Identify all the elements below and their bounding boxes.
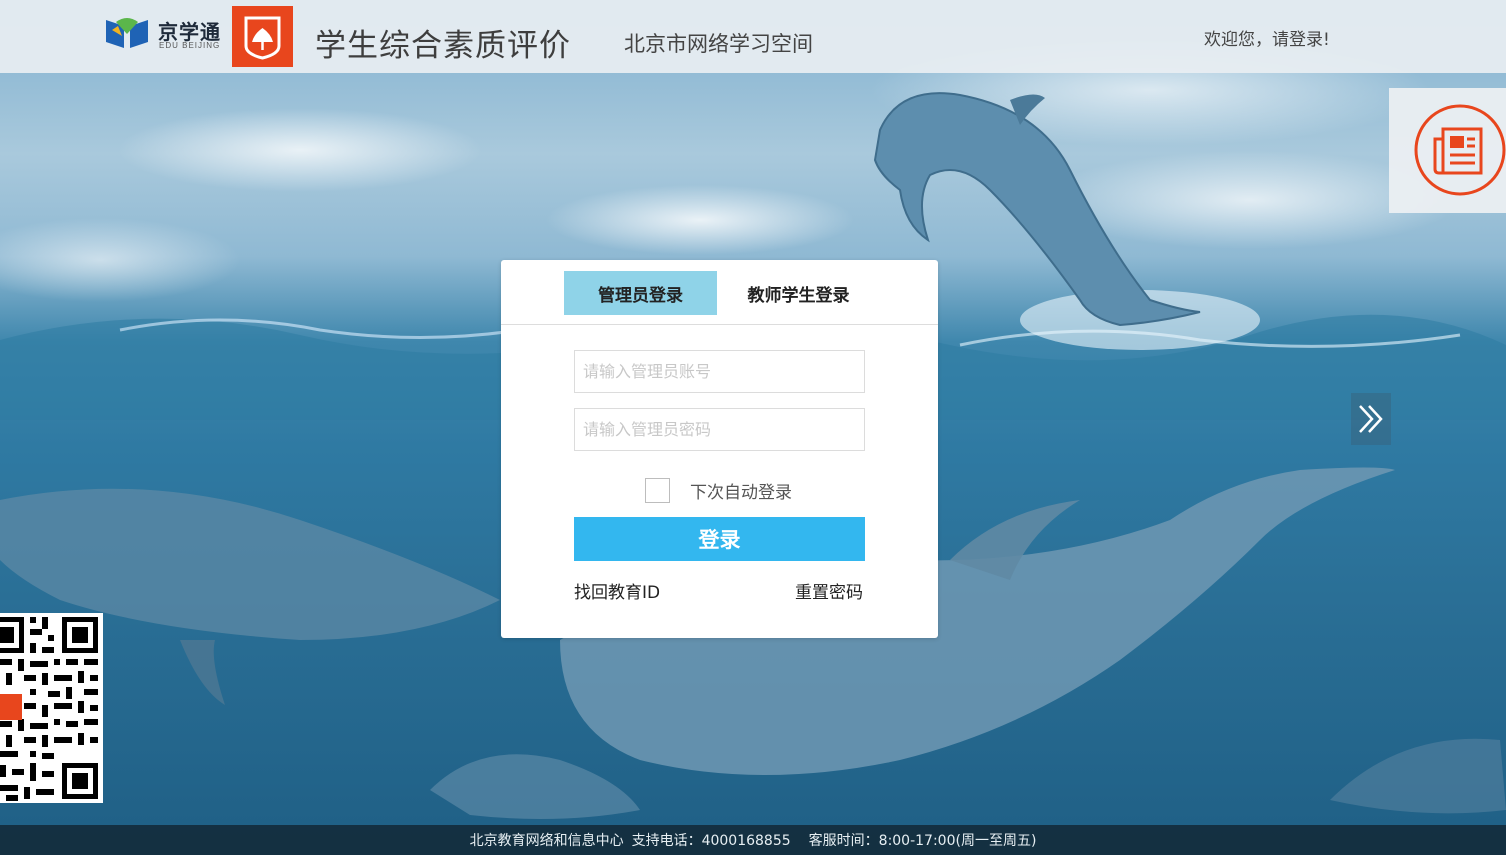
brand-subtitle: EDU BEIJING bbox=[159, 41, 221, 50]
remember-me[interactable]: 下次自动登录 bbox=[645, 476, 792, 504]
remember-label: 下次自动登录 bbox=[690, 482, 792, 503]
tab-teacher-student-login[interactable]: 教师学生登录 bbox=[722, 271, 875, 315]
footer-phone: 支持电话：4000168855 bbox=[631, 833, 791, 849]
login-card: 管理员登录 教师学生登录 下次自动登录 登录 找回教育ID 重置密码 bbox=[501, 260, 938, 638]
footer-hours: 客服时间：8:00-17:00(周一至周五) bbox=[808, 833, 1037, 849]
welcome-text: 欢迎您，请登录! bbox=[1204, 30, 1330, 50]
jingxuetong-logo[interactable]: 京学通 EDU BEIJING bbox=[104, 14, 228, 54]
footer: 北京教育网络和信息中心 支持电话：4000168855 客服时间：8:00-17… bbox=[0, 825, 1506, 855]
app-logo[interactable] bbox=[232, 6, 293, 67]
app-logo-icon bbox=[244, 16, 281, 60]
chevron-double-right-icon bbox=[1359, 405, 1383, 433]
find-edu-id-link[interactable]: 找回教育ID bbox=[574, 578, 660, 603]
tab-admin-login[interactable]: 管理员登录 bbox=[564, 271, 717, 315]
password-input[interactable] bbox=[574, 408, 865, 451]
qr-app-badge bbox=[0, 694, 22, 720]
top-header: 京学通 EDU BEIJING 学生综合素质评价 北京市网络学习空间 欢迎您，请… bbox=[0, 0, 1506, 73]
login-button[interactable]: 登录 bbox=[574, 517, 865, 561]
page-title: 学生综合素质评价 bbox=[315, 28, 571, 64]
account-input[interactable] bbox=[574, 350, 865, 393]
reset-password-link[interactable]: 重置密码 bbox=[795, 578, 863, 603]
page-subtitle: 北京市网络学习空间 bbox=[624, 32, 813, 56]
footer-org: 北京教育网络和信息中心 bbox=[469, 833, 624, 849]
login-tabs: 管理员登录 教师学生登录 bbox=[501, 260, 938, 325]
book-logo-icon bbox=[106, 18, 148, 48]
next-slide-button[interactable] bbox=[1351, 393, 1391, 445]
remember-checkbox[interactable] bbox=[645, 477, 670, 503]
news-icon bbox=[1414, 104, 1506, 196]
news-side-tab[interactable] bbox=[1389, 88, 1506, 213]
